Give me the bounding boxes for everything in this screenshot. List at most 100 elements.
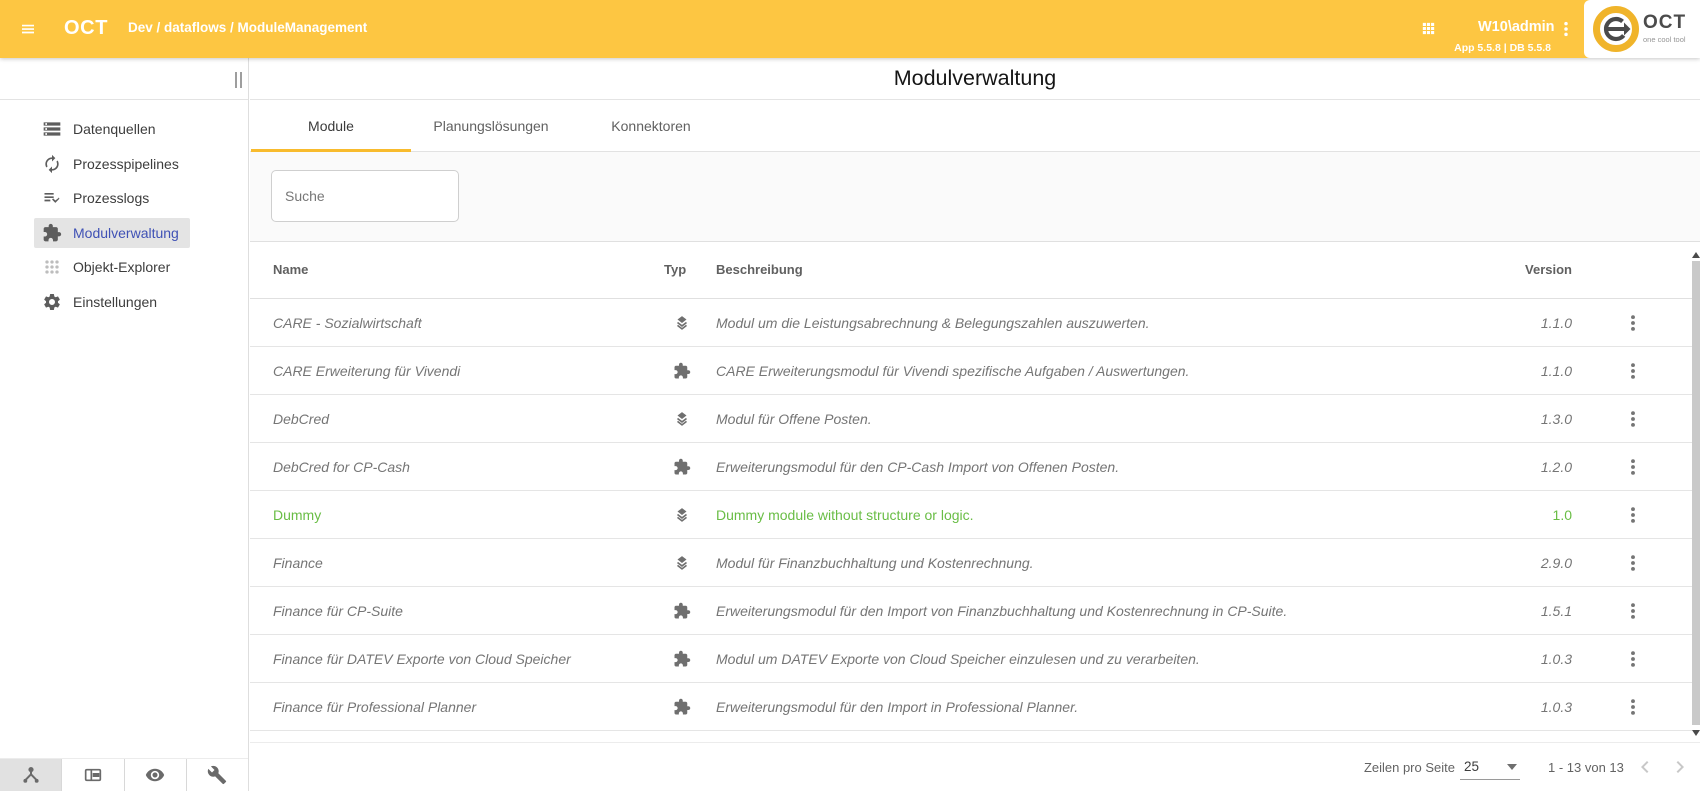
module-description: CARE Erweiterungsmodul für Vivendi spezi… xyxy=(716,363,1189,379)
layers-icon xyxy=(673,314,691,332)
search-section xyxy=(250,152,1700,242)
rows-per-page-value: 25 xyxy=(1464,759,1479,774)
rows-per-page-select[interactable]: 25 xyxy=(1460,754,1520,780)
pagination-range-label: 1 - 13 von 13 xyxy=(1548,760,1624,775)
sidebar: Datenquellen Prozesspipelines Prozesslogs M… xyxy=(0,58,249,791)
module-name: Finance xyxy=(273,555,323,571)
module-name: DebCred xyxy=(273,411,329,427)
sidebar-item-objekt-explorer[interactable]: Objekt-Explorer xyxy=(0,250,248,285)
module-name: CARE - Sozialwirtschaft xyxy=(273,315,422,331)
layers-icon xyxy=(673,506,691,524)
module-name: Finance für Professional Planner xyxy=(273,699,476,715)
scrollbar-down-arrow[interactable] xyxy=(1692,730,1700,740)
module-version: 1.0.3 xyxy=(1541,651,1572,667)
settings-icon xyxy=(42,292,62,312)
sidebar-bottom-bar xyxy=(0,758,248,791)
module-table: Name Typ Beschreibung Version CARE - Soz… xyxy=(250,242,1692,731)
table-row[interactable]: DebCredModul für Offene Posten.1.3.0 xyxy=(250,395,1692,443)
paginator: Zeilen pro Seite 25 1 - 13 von 13 xyxy=(250,743,1700,791)
page-title: Modulverwaltung xyxy=(250,66,1700,91)
menu-icon[interactable] xyxy=(17,21,39,37)
bottom-bar-item-eye[interactable] xyxy=(125,759,187,791)
sidebar-item-datenquellen[interactable]: Datenquellen xyxy=(0,112,248,147)
sidebar-item-prozesslogs[interactable]: Prozesslogs xyxy=(0,181,248,216)
sidebar-item-modulverwaltung[interactable]: Modulverwaltung xyxy=(0,216,248,251)
sidebar-item-label: Einstellungen xyxy=(73,294,157,310)
tab-bar: Module Planungslösungen Konnektoren xyxy=(250,100,1700,152)
table-scrollbar[interactable] xyxy=(1692,242,1700,743)
row-menu-button[interactable] xyxy=(1622,456,1644,478)
sidebar-item-label: Prozesspipelines xyxy=(73,156,179,172)
row-menu-button[interactable] xyxy=(1622,552,1644,574)
column-header-name: Name xyxy=(273,262,308,277)
main-content: Modulverwaltung Module Planungslösungen Ko… xyxy=(250,58,1700,791)
app-version-label: App 5.5.8 | DB 5.5.8 xyxy=(1454,42,1551,54)
row-menu-button[interactable] xyxy=(1622,360,1644,382)
breadcrumb[interactable]: Dev / dataflows / ModuleManagement xyxy=(128,20,367,35)
puzzle-icon xyxy=(42,223,62,243)
sidebar-item-prozesspipelines[interactable]: Prozesspipelines xyxy=(0,147,248,182)
bottom-bar-item-hierarchy[interactable] xyxy=(0,759,62,791)
search-input[interactable] xyxy=(271,170,459,222)
table-row[interactable]: Finance für DATEV Exporte von Cloud Spei… xyxy=(250,635,1692,683)
oct-logo-icon xyxy=(1592,5,1640,53)
logo-text: OCT xyxy=(1643,12,1686,34)
puzzle-icon xyxy=(673,650,691,668)
sidebar-resize-handle[interactable] xyxy=(235,72,242,88)
next-page-button[interactable] xyxy=(1668,755,1692,779)
module-name: DebCred for CP-Cash xyxy=(273,459,410,475)
row-menu-button[interactable] xyxy=(1622,312,1644,334)
eye-icon xyxy=(145,765,165,785)
bottom-bar-item-table[interactable] xyxy=(62,759,124,791)
tab-label: Planungslösungen xyxy=(433,118,548,134)
table-row[interactable]: CARE - Sozialwirtschaft Modul um die Leis… xyxy=(250,299,1692,347)
table-row[interactable]: Finance für CP-SuiteErweiterungsmodul fü… xyxy=(250,587,1692,635)
module-name: Finance für DATEV Exporte von Cloud Spei… xyxy=(273,651,571,667)
module-version: 1.2.0 xyxy=(1541,459,1572,475)
module-name: Dummy xyxy=(273,507,321,523)
table-row[interactable]: DebCred for CP-CashErweiterungsmodul für… xyxy=(250,443,1692,491)
tab-planungslösungen[interactable]: Planungslösungen xyxy=(411,100,571,151)
layers-icon xyxy=(673,554,691,572)
sidebar-item-label: Modulverwaltung xyxy=(73,225,179,241)
sidebar-item-label: Prozesslogs xyxy=(73,190,149,206)
pipelines-icon xyxy=(42,154,62,174)
logs-icon xyxy=(42,188,62,208)
tab-konnektoren[interactable]: Konnektoren xyxy=(571,100,731,151)
puzzle-icon xyxy=(673,362,691,380)
app-name: OCT xyxy=(64,17,108,40)
scrollbar-thumb[interactable] xyxy=(1692,261,1700,725)
table-row[interactable]: Finance für Professional PlannerErweiter… xyxy=(250,683,1692,731)
row-menu-button[interactable] xyxy=(1622,408,1644,430)
row-menu-button[interactable] xyxy=(1622,696,1644,718)
table-row[interactable]: FinanceModul für Finanzbuchhaltung und K… xyxy=(250,539,1692,587)
puzzle-icon xyxy=(673,602,691,620)
sidebar-item-einstellungen[interactable]: Einstellungen xyxy=(0,285,248,320)
bottom-bar-item-wrench[interactable] xyxy=(187,759,248,791)
tab-label: Konnektoren xyxy=(611,118,690,134)
rows-per-page-label: Zeilen pro Seite xyxy=(1364,760,1455,775)
hierarchy-icon xyxy=(21,765,41,785)
user-kebab-icon[interactable] xyxy=(1556,17,1576,41)
row-menu-button[interactable] xyxy=(1622,648,1644,670)
scrollbar-up-arrow[interactable] xyxy=(1692,248,1700,258)
tab-module[interactable]: Module xyxy=(251,100,411,151)
top-bar: OCT Dev / dataflows / ModuleManagement W… xyxy=(0,0,1700,58)
table-row[interactable]: DummyDummy module without structure or l… xyxy=(250,491,1692,539)
sidebar-header xyxy=(0,58,248,100)
table-header: Name Typ Beschreibung Version xyxy=(250,242,1692,299)
module-name: Finance für CP-Suite xyxy=(273,603,403,619)
user-menu[interactable]: W10\admin xyxy=(1478,19,1555,35)
app-window: OCT Dev / dataflows / ModuleManagement W… xyxy=(0,0,1700,791)
module-version: 1.1.0 xyxy=(1541,363,1572,379)
module-description: Modul um die Leistungsabrechnung & Beleg… xyxy=(716,315,1150,331)
previous-page-button[interactable] xyxy=(1633,755,1657,779)
row-menu-button[interactable] xyxy=(1622,600,1644,622)
apps-grid-icon[interactable] xyxy=(1420,20,1437,37)
table-row[interactable]: CARE Erweiterung für Vivendi CARE Erweite… xyxy=(250,347,1692,395)
title-row: Modulverwaltung xyxy=(250,58,1700,100)
logo-tagline: one cool tool xyxy=(1643,35,1686,44)
module-version: 1.1.0 xyxy=(1541,315,1572,331)
row-menu-button[interactable] xyxy=(1622,504,1644,526)
module-name: CARE Erweiterung für Vivendi xyxy=(273,363,460,379)
